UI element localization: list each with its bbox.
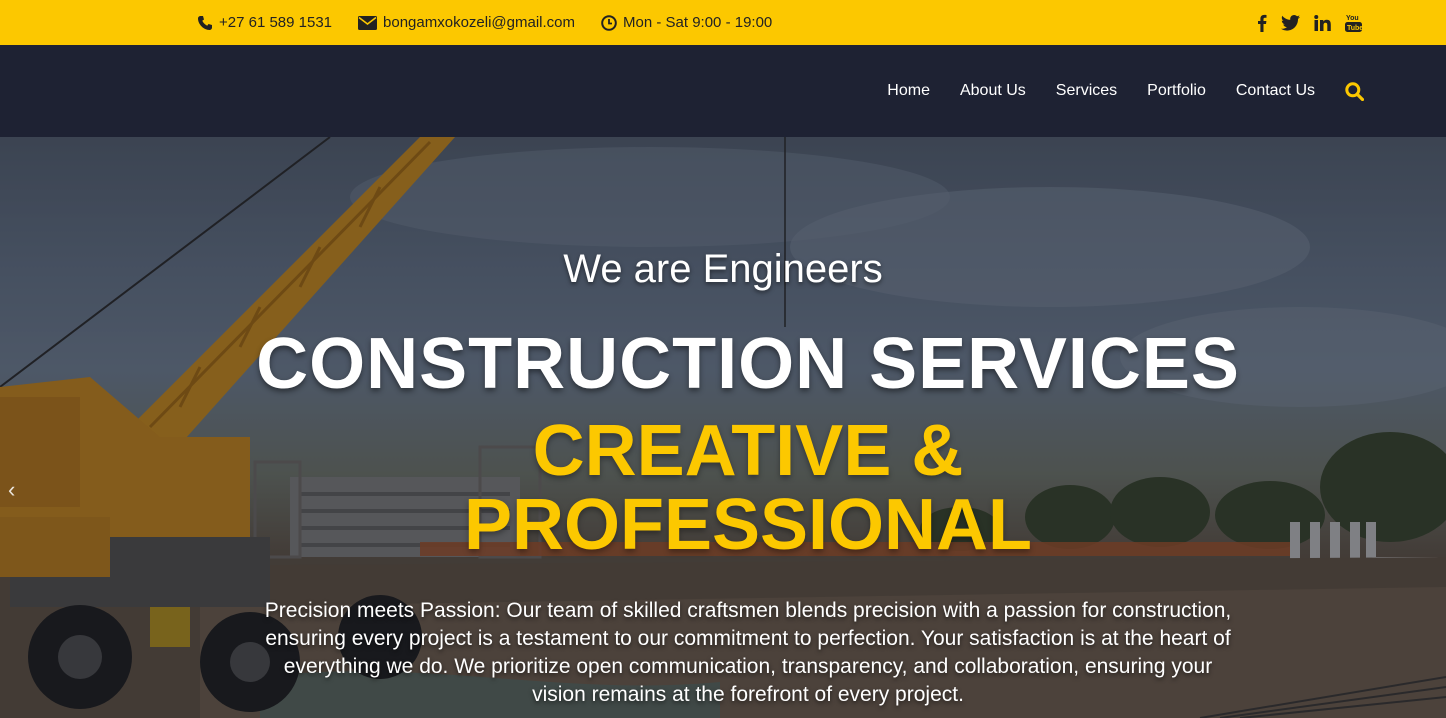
contact-info: +27 61 589 1531 bongamxokozeli@gmail.com… bbox=[197, 0, 798, 45]
nav-item-portfolio[interactable]: Portfolio bbox=[1147, 82, 1206, 100]
email-contact[interactable]: bongamxokozeli@gmail.com bbox=[358, 14, 575, 31]
search-icon bbox=[1345, 81, 1364, 101]
phone-contact[interactable]: +27 61 589 1531 bbox=[197, 14, 332, 31]
envelope-icon bbox=[358, 15, 378, 30]
phone-icon bbox=[198, 15, 212, 30]
svg-text:You: You bbox=[1346, 15, 1359, 22]
top-bar: +27 61 589 1531 bongamxokozeli@gmail.com… bbox=[0, 0, 1446, 45]
hero-subheadline-line2: PROFESSIONAL bbox=[463, 485, 1033, 565]
hours-contact: Mon - Sat 9:00 - 19:00 bbox=[601, 14, 772, 31]
hero-description: Precision meets Passion: Our team of ski… bbox=[264, 599, 1232, 706]
twitter-icon[interactable] bbox=[1281, 14, 1300, 31]
search-button[interactable] bbox=[1345, 81, 1364, 101]
main-nav: Home About Us Services Portfolio Contact… bbox=[857, 45, 1364, 137]
svg-text:Tube: Tube bbox=[1347, 25, 1362, 32]
clock-icon bbox=[601, 14, 617, 31]
hours-text: Mon - Sat 9:00 - 19:00 bbox=[623, 14, 773, 31]
nav-item-contact-us[interactable]: Contact Us bbox=[1236, 82, 1315, 100]
nav-item-about-us[interactable]: About Us bbox=[960, 82, 1026, 100]
hero-tagline: We are Engineers bbox=[563, 247, 883, 291]
hero-slider: ‹ We are Engineers CONSTRUCTION SERVICES… bbox=[0, 137, 1446, 718]
facebook-icon[interactable] bbox=[1257, 14, 1267, 32]
linkedin-icon[interactable] bbox=[1314, 14, 1331, 31]
youtube-icon[interactable]: You Tube bbox=[1345, 13, 1362, 33]
nav-item-home[interactable]: Home bbox=[887, 82, 930, 100]
nav-item-services[interactable]: Services bbox=[1056, 82, 1117, 100]
social-links: You Tube bbox=[1243, 0, 1362, 45]
hero-subheadline-line1: CREATIVE & bbox=[532, 411, 964, 491]
hero-headline: CONSTRUCTION SERVICES bbox=[256, 324, 1240, 404]
main-navbar: Home About Us Services Portfolio Contact… bbox=[0, 45, 1446, 137]
phone-text: +27 61 589 1531 bbox=[219, 14, 333, 31]
email-text: bongamxokozeli@gmail.com bbox=[383, 14, 576, 31]
